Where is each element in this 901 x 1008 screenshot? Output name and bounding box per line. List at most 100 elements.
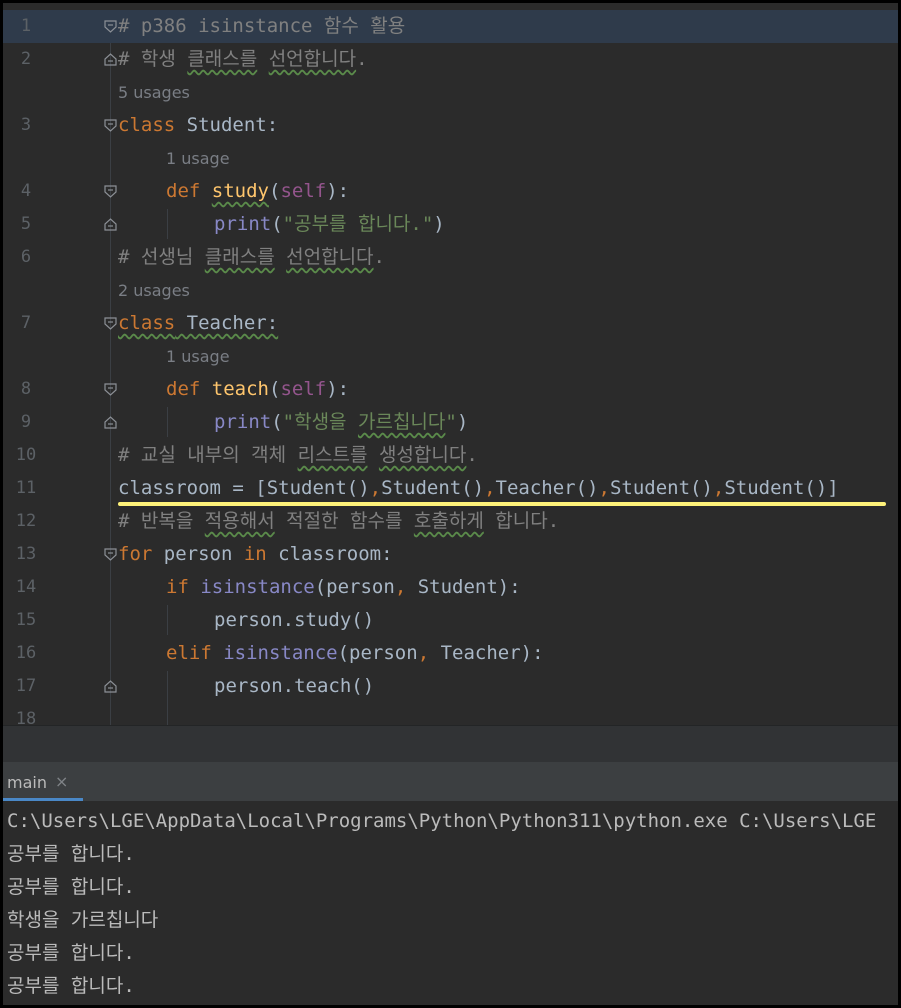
code-line-1[interactable]: 1 # p386 isinstance 함수 활용 xyxy=(3,10,898,43)
builtin-token: isinstance xyxy=(200,576,315,598)
code-line-3[interactable]: 3 class Student: xyxy=(3,109,898,142)
code-line-14[interactable]: 14 if isinstance(person, Student): xyxy=(3,571,898,604)
comment-token: . xyxy=(356,48,368,70)
builtin-token: isinstance xyxy=(223,642,338,664)
line-number: 18 xyxy=(15,709,37,725)
spelling-token: 호출하게 xyxy=(413,510,484,532)
code-text: # 반복을 적용해서 적절한 함수를 호출하게 합니다. xyxy=(118,510,559,532)
spelling-token: 선언합니다 xyxy=(286,246,374,268)
code-line-16[interactable]: 16 elif isinstance(person, Teacher): xyxy=(3,637,898,670)
comment-token xyxy=(176,48,187,70)
keyword-token: class xyxy=(118,114,176,136)
code-editor[interactable]: 1 # p386 isinstance 함수 활용 2 # 학생 클래스를 선언… xyxy=(3,3,898,725)
run-console[interactable]: C:\Users\LGE\AppData\Local\Programs\Pyth… xyxy=(3,802,898,1005)
punctuation-token: ): xyxy=(326,378,350,400)
code-text: def teach(self): xyxy=(166,378,349,400)
comma-token: , xyxy=(417,642,430,664)
line-number: 13 xyxy=(15,544,37,564)
code-token: Student()] xyxy=(724,477,839,499)
line-number: 3 xyxy=(20,115,32,135)
code-line-12[interactable]: 12 # 반복을 적용해서 적절한 함수를 호출하게 합니다. xyxy=(3,505,898,538)
keyword-token: class xyxy=(118,312,176,334)
keyword-token: if xyxy=(166,576,189,598)
identifier-token: person xyxy=(152,543,244,565)
punctuation-token: ( xyxy=(268,180,281,202)
keyword-token: def xyxy=(166,378,201,400)
line-number: 14 xyxy=(15,577,37,597)
line-number: 8 xyxy=(20,379,32,399)
fold-close-icon[interactable] xyxy=(103,679,118,694)
code-line-11[interactable]: 11 classroom = [Student(),Student(),Teac… xyxy=(3,472,898,505)
spelling-token: 적용해서 xyxy=(204,510,275,532)
close-icon[interactable]: × xyxy=(55,772,68,791)
fold-close-icon[interactable] xyxy=(103,217,118,232)
fold-open-icon[interactable] xyxy=(103,382,118,397)
builtin-token: print xyxy=(214,213,272,235)
comment-token: # xyxy=(118,48,141,70)
fold-close-icon[interactable] xyxy=(103,415,118,430)
run-tool-tabbar: main × xyxy=(3,762,898,802)
code-line-7[interactable]: 7 class Teacher: xyxy=(3,307,898,340)
comment-token: . xyxy=(466,444,478,466)
identifier-token: Student: xyxy=(175,114,279,136)
code-text: print("공부를 합니다.") xyxy=(214,213,445,235)
code-line-18[interactable]: 18 xyxy=(3,703,898,725)
code-line-2[interactable]: 2 # 학생 클래스를 선언합니다. xyxy=(3,43,898,76)
code-text: # 교실 내부의 객체 리스트를 생성합니다. xyxy=(118,444,478,466)
comment-token xyxy=(275,246,286,268)
code-text: print("학생을 가르칩니다") xyxy=(214,411,468,433)
fold-open-icon[interactable] xyxy=(103,184,118,199)
code-line-10[interactable]: 10 # 교실 내부의 객체 리스트를 생성합니다. xyxy=(3,439,898,472)
punctuation-token: ) xyxy=(456,411,469,433)
console-line: C:\Users\LGE\AppData\Local\Programs\Pyth… xyxy=(7,810,877,832)
spelling-token: 클래스를 xyxy=(187,48,258,70)
line-number: 10 xyxy=(15,445,37,465)
self-token: self xyxy=(280,180,327,202)
inlay-hint-row: 5 usages xyxy=(3,76,898,109)
spelling-token: 리스트를 xyxy=(297,444,368,466)
fold-close-icon[interactable] xyxy=(103,52,118,67)
comment-token: # 교실 내부의 객체 xyxy=(118,444,298,466)
comment-token xyxy=(367,444,378,466)
usages-hint[interactable]: 5 usages xyxy=(118,84,190,102)
code-token: Student() xyxy=(609,477,713,499)
identifier-token: classroom: xyxy=(266,543,393,565)
fold-open-icon[interactable] xyxy=(103,19,118,34)
code-token: (person xyxy=(314,576,395,598)
inlay-hint-row: 2 usages xyxy=(3,274,898,307)
console-line: 공부를 합니다. xyxy=(7,942,135,964)
code-text: elif isinstance(person, Teacher): xyxy=(166,642,544,664)
panel-separator[interactable] xyxy=(3,725,898,763)
usages-hint[interactable]: 1 usage xyxy=(166,150,230,168)
line-number: 12 xyxy=(15,511,37,531)
usages-hint[interactable]: 1 usage xyxy=(166,348,230,366)
code-token: Teacher() xyxy=(495,477,599,499)
usages-hint[interactable]: 2 usages xyxy=(118,282,190,300)
comma-token: , xyxy=(484,477,496,499)
code-line-15[interactable]: 15 person.study() xyxy=(3,604,898,637)
fold-open-icon[interactable] xyxy=(103,547,118,562)
code-line-13[interactable]: 13 for person in classroom: xyxy=(3,538,898,571)
tab-main[interactable]: main × xyxy=(3,762,83,801)
punctuation-token: ( xyxy=(268,378,281,400)
fold-open-icon[interactable] xyxy=(103,316,118,331)
line-number: 2 xyxy=(20,49,32,69)
keyword-token: in xyxy=(243,543,267,565)
fold-open-icon[interactable] xyxy=(103,118,118,133)
function-name-token: teach xyxy=(211,378,269,400)
code-text: classroom = [Student(),Student(),Teacher… xyxy=(118,477,839,499)
code-token: (person xyxy=(337,642,418,664)
inlay-hint-row: 1 usage xyxy=(3,142,898,175)
console-line: 공부를 합니다. xyxy=(7,876,135,898)
code-line-6[interactable]: 6 # 선생님 클래스를 선언합니다. xyxy=(3,241,898,274)
code-line-17[interactable]: 17 person.teach() xyxy=(3,670,898,703)
code-line-9[interactable]: 9 print("학생을 가르칩니다") xyxy=(3,406,898,439)
keyword-token: elif xyxy=(166,642,212,664)
code-line-4[interactable]: 4 def study(self): xyxy=(3,175,898,208)
code-line-5[interactable]: 5 print("공부를 합니다.") xyxy=(3,208,898,241)
code-text: # 학생 클래스를 선언합니다. xyxy=(118,48,368,70)
code-text: # 선생님 클래스를 선언합니다. xyxy=(118,246,385,268)
line-number: 5 xyxy=(20,214,32,234)
code-text: person.study() xyxy=(214,609,375,631)
code-line-8[interactable]: 8 def teach(self): xyxy=(3,373,898,406)
